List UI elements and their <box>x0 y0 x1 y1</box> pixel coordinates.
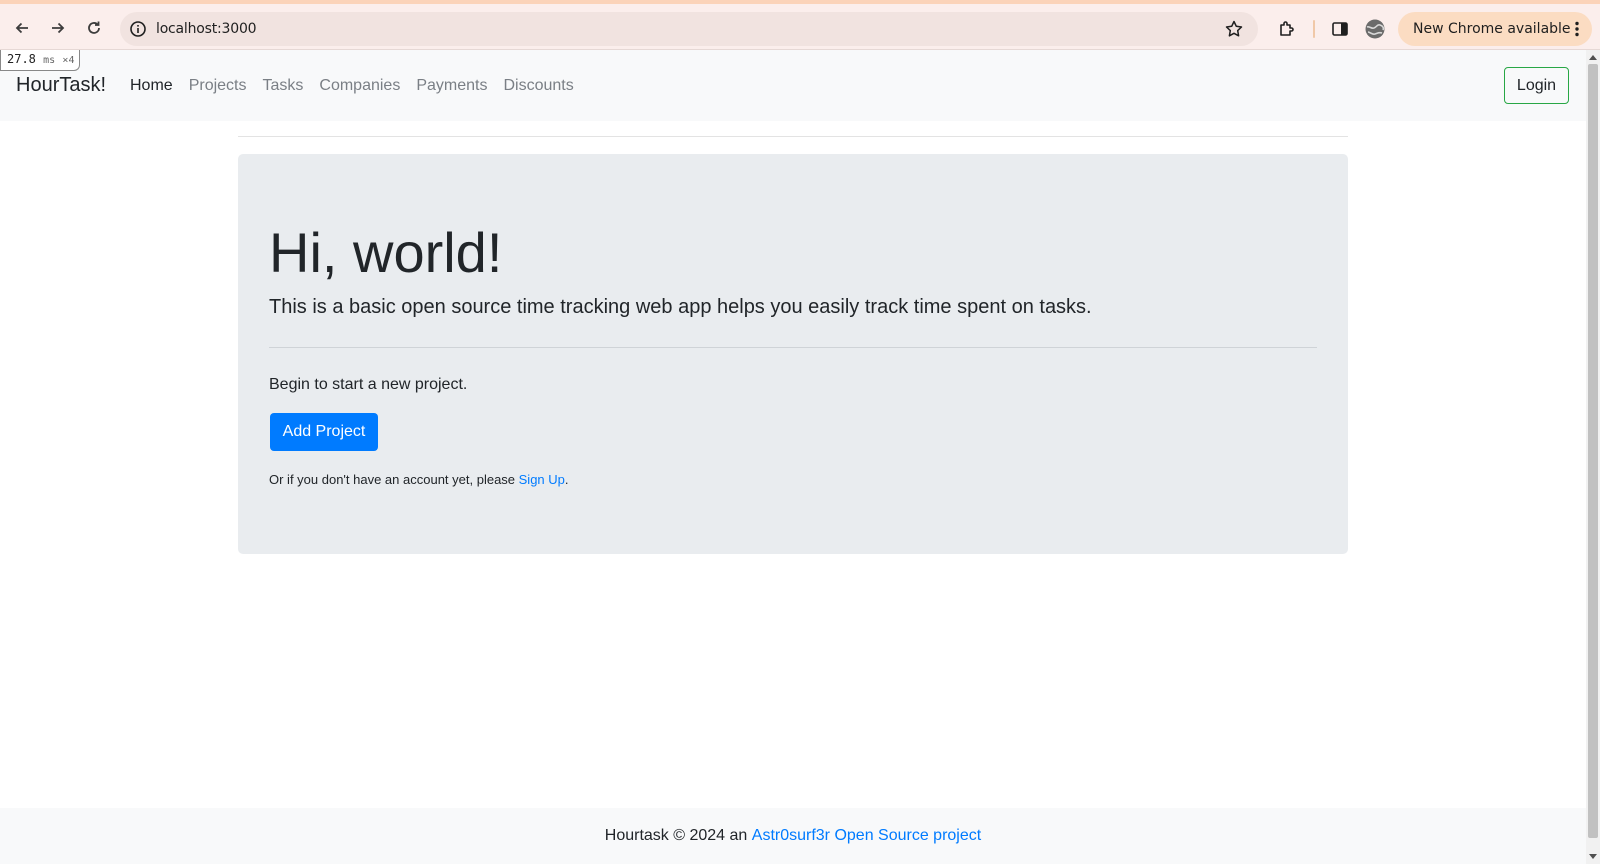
signup-suffix: . <box>564 472 569 487</box>
content-divider <box>238 136 1348 137</box>
signup-hint: Or if you don't have an account yet, ple… <box>269 472 569 487</box>
site-info-icon[interactable] <box>129 20 147 38</box>
footer-text: Hourtask © 2024 an <box>604 827 752 844</box>
scroll-up-arrow-icon[interactable] <box>1589 55 1597 60</box>
site-navbar: HourTask! Home Projects Tasks Companies … <box>0 50 1586 121</box>
nav-link-companies[interactable]: Companies <box>319 77 400 95</box>
scroll-down-arrow-icon[interactable] <box>1589 854 1597 859</box>
hero-text: Begin to start a new project. <box>269 376 468 393</box>
extensions-puzzle-icon[interactable] <box>1276 18 1298 40</box>
add-project-button[interactable]: Add Project <box>270 413 378 451</box>
more-vert-icon <box>1574 21 1580 41</box>
site-footer: Hourtask © 2024 an Astr0surf3r Open Sour… <box>0 808 1586 864</box>
nav-link-projects[interactable]: Projects <box>189 77 247 95</box>
profile-avatar-icon[interactable] <box>1364 18 1386 40</box>
nav-link-discounts[interactable]: Discounts <box>503 77 573 95</box>
navbar-brand[interactable]: HourTask! <box>16 74 106 97</box>
footer-link[interactable]: Astr0surf3r Open Source project <box>752 827 981 845</box>
side-panel-icon[interactable] <box>1329 18 1351 40</box>
signup-link[interactable]: Sign Up <box>519 472 565 487</box>
url-text[interactable]: localhost:3000 <box>156 21 257 37</box>
perf-monitor-badge: 27.8 ms ×4 <box>0 50 80 71</box>
perf-value: 27.8 <box>7 52 36 66</box>
nav-link-payments[interactable]: Payments <box>416 77 487 95</box>
hero-title: Hi, world! <box>269 221 503 284</box>
update-chrome-label: New Chrome available <box>1413 21 1571 37</box>
perf-multiplier: ×4 <box>62 55 75 66</box>
scrollbar-thumb[interactable] <box>1588 64 1598 838</box>
reload-icon[interactable] <box>82 16 106 40</box>
address-bar[interactable]: localhost:3000 <box>120 12 1258 46</box>
forward-icon[interactable] <box>46 16 70 40</box>
browser-toolbar: localhost:3000 New Chrome available <box>0 0 1600 50</box>
bookmark-star-icon[interactable] <box>1224 19 1244 39</box>
signup-prefix: Or if you don't have an account yet, ple… <box>269 472 519 487</box>
back-icon[interactable] <box>10 16 34 40</box>
perf-unit: ms <box>43 55 56 66</box>
page-scrollbar[interactable] <box>1586 50 1600 864</box>
nav-links: Home Projects Tasks Companies Payments D… <box>130 77 590 95</box>
hero-divider <box>269 347 1317 348</box>
toolbar-separator <box>1313 20 1315 38</box>
update-chrome-button[interactable]: New Chrome available <box>1398 12 1592 46</box>
hero-jumbotron: Hi, world! This is a basic open source t… <box>238 154 1348 554</box>
login-button[interactable]: Login <box>1504 67 1569 104</box>
nav-link-tasks[interactable]: Tasks <box>262 77 303 95</box>
nav-link-home[interactable]: Home <box>130 77 173 95</box>
hero-lead: This is a basic open source time trackin… <box>269 296 1092 318</box>
